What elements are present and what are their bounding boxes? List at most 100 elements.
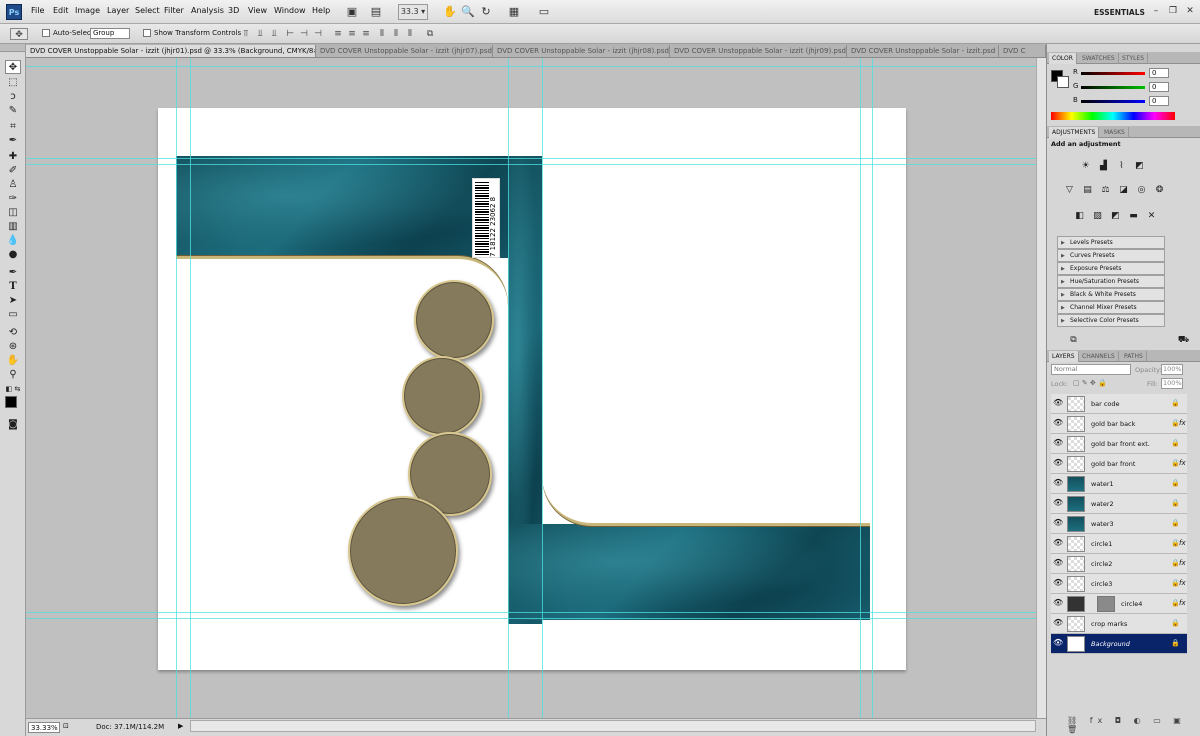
- visibility-eye-icon[interactable]: 👁: [1053, 578, 1063, 588]
- blue-channel-value[interactable]: 0: [1149, 96, 1169, 106]
- crop-tool-icon[interactable]: ⌗: [5, 120, 21, 134]
- layers-footer-icons[interactable]: ⛓ fx ◘ ◐ ▭ ▣ 🗑: [1067, 716, 1200, 734]
- canvas-area[interactable]: 7 18122 23062 8: [26, 58, 1036, 718]
- clone-stamp-tool-icon[interactable]: ♙: [5, 178, 21, 192]
- visibility-eye-icon[interactable]: 👁: [1053, 478, 1063, 488]
- preset-hue-saturation[interactable]: Hue/Saturation Presets: [1057, 275, 1165, 288]
- preset-levels[interactable]: Levels Presets: [1057, 236, 1165, 249]
- photoshop-logo-icon[interactable]: Ps: [6, 4, 22, 20]
- distribute-right-icon[interactable]: ⦀: [404, 28, 416, 40]
- menu-image[interactable]: Image: [75, 6, 100, 15]
- preset-black-white[interactable]: Black & White Presets: [1057, 288, 1165, 301]
- background-color-swatch[interactable]: [1057, 76, 1069, 88]
- layer-name[interactable]: bar code: [1091, 400, 1120, 408]
- distribute-vcenter-icon[interactable]: ≡: [346, 28, 358, 40]
- tab-document-5[interactable]: DVD COVER Unstoppable Solar - izzit.psd×: [847, 45, 999, 57]
- layer-effects-icon[interactable]: fx: [1179, 599, 1186, 607]
- zoom-preview-icon[interactable]: ⊡: [63, 722, 69, 730]
- tab-document-4[interactable]: DVD COVER Unstoppable Solar - izzit (jhj…: [670, 45, 847, 57]
- red-slider-track[interactable]: [1081, 72, 1145, 75]
- brightness-contrast-icon[interactable]: ☀: [1079, 160, 1092, 173]
- distribute-top-icon[interactable]: ≡: [332, 28, 344, 40]
- visibility-eye-icon[interactable]: 👁: [1053, 558, 1063, 568]
- guide-horizontal[interactable]: [26, 618, 1036, 619]
- layer-name[interactable]: water1: [1091, 480, 1114, 488]
- path-selection-tool-icon[interactable]: ➤: [5, 294, 21, 308]
- align-right-icon[interactable]: ⊣: [312, 28, 324, 40]
- blue-channel-slider[interactable]: B 0: [1073, 96, 1193, 108]
- menu-help[interactable]: Help: [312, 6, 330, 15]
- guide-horizontal[interactable]: [26, 612, 1036, 613]
- move-tool-preset-icon[interactable]: ✥: [10, 28, 28, 40]
- tab-adjustments[interactable]: ADJUSTMENTS: [1049, 127, 1100, 138]
- workspace-switcher[interactable]: ESSENTIALS: [1094, 8, 1145, 17]
- layer-name[interactable]: crop marks: [1091, 620, 1127, 628]
- tab-swatches[interactable]: SWATCHES: [1079, 53, 1119, 64]
- distribute-hcenter-icon[interactable]: ⦀: [390, 28, 402, 40]
- brush-tool-icon[interactable]: ✐: [5, 164, 21, 178]
- visibility-eye-icon[interactable]: 👁: [1053, 418, 1063, 428]
- auto-select-dropdown[interactable]: Group: [90, 28, 130, 39]
- marquee-tool-icon[interactable]: ⬚: [5, 76, 21, 90]
- guide-horizontal[interactable]: [26, 66, 1036, 67]
- pen-tool-icon[interactable]: ✒: [5, 266, 21, 280]
- layer-name[interactable]: Background: [1091, 640, 1130, 648]
- layer-row[interactable]: 👁 water3 🔒: [1051, 514, 1187, 534]
- zoom-field[interactable]: 33.33%: [28, 722, 60, 733]
- auto-select-checkbox[interactable]: Auto-Select:: [42, 29, 96, 37]
- 3d-rotate-tool-icon[interactable]: ⟲: [5, 326, 21, 340]
- menu-window[interactable]: Window: [274, 6, 306, 15]
- tab-color[interactable]: COLOR: [1049, 53, 1077, 64]
- opacity-field[interactable]: 100%: [1161, 364, 1183, 375]
- restore-icon[interactable]: ❐: [1167, 5, 1179, 17]
- adjustments-menu-icon[interactable]: ⛟: [1177, 334, 1190, 347]
- visibility-eye-icon[interactable]: 👁: [1053, 518, 1063, 528]
- layer-row[interactable]: 👁 circle3 🔒 fx: [1051, 574, 1187, 594]
- green-slider-track[interactable]: [1081, 86, 1145, 89]
- tab-document-3[interactable]: DVD COVER Unstoppable Solar - izzit (jhj…: [493, 45, 670, 57]
- history-brush-tool-icon[interactable]: ✑: [5, 192, 21, 206]
- layer-row[interactable]: 👁 circle1 🔒 fx: [1051, 534, 1187, 554]
- tab-document-6[interactable]: DVD C: [999, 45, 1046, 57]
- launch-bridge-icon[interactable]: ▣: [344, 4, 360, 20]
- guide-vertical[interactable]: [542, 58, 543, 718]
- layer-effects-icon[interactable]: fx: [1179, 459, 1186, 467]
- red-channel-value[interactable]: 0: [1149, 68, 1169, 78]
- menu-3d[interactable]: 3D: [228, 6, 239, 15]
- type-tool-icon[interactable]: T: [5, 280, 21, 294]
- guide-vertical[interactable]: [872, 58, 873, 718]
- channel-mixer-icon[interactable]: ❂: [1153, 184, 1166, 197]
- visibility-eye-icon[interactable]: 👁: [1053, 598, 1063, 608]
- layer-row[interactable]: 👁 crop marks 🔒: [1051, 614, 1187, 634]
- layer-name[interactable]: circle1: [1091, 540, 1112, 548]
- posterize-icon[interactable]: ▨: [1091, 210, 1104, 223]
- levels-icon[interactable]: ▟: [1097, 160, 1110, 173]
- menu-view[interactable]: View: [248, 6, 267, 15]
- layer-row[interactable]: 👁 circle2 🔒 fx: [1051, 554, 1187, 574]
- color-ramp[interactable]: [1051, 112, 1175, 120]
- preset-curves[interactable]: Curves Presets: [1057, 249, 1165, 262]
- layer-name[interactable]: circle4: [1121, 600, 1142, 608]
- layer-name[interactable]: gold bar front ext.: [1091, 440, 1150, 448]
- layer-row[interactable]: 👁 water1 🔒: [1051, 474, 1187, 494]
- clip-to-layer-icon[interactable]: ⧉: [1067, 334, 1080, 347]
- gradient-map-icon[interactable]: ▬: [1127, 210, 1140, 223]
- quick-selection-tool-icon[interactable]: ✎: [5, 104, 21, 118]
- black-white-icon[interactable]: ◪: [1117, 184, 1130, 197]
- layer-row[interactable]: 👁 gold bar front 🔒 fx: [1051, 454, 1187, 474]
- healing-brush-tool-icon[interactable]: ✚: [5, 150, 21, 164]
- exposure-icon[interactable]: ◩: [1133, 160, 1146, 173]
- menu-edit[interactable]: Edit: [53, 6, 69, 15]
- eyedropper-tool-icon[interactable]: ✒: [5, 134, 21, 148]
- tab-styles[interactable]: STYLES: [1119, 53, 1149, 64]
- blue-slider-track[interactable]: [1081, 100, 1145, 103]
- color-balance-icon[interactable]: ⚖: [1099, 184, 1112, 197]
- threshold-icon[interactable]: ◩: [1109, 210, 1122, 223]
- visibility-eye-icon[interactable]: 👁: [1053, 538, 1063, 548]
- 3d-orbit-tool-icon[interactable]: ⊛: [5, 340, 21, 354]
- eraser-tool-icon[interactable]: ◫: [5, 206, 21, 220]
- layer-mask-thumbnail[interactable]: [1097, 596, 1115, 612]
- layer-name[interactable]: gold bar back: [1091, 420, 1135, 428]
- zoom-level-select[interactable]: 33.3 ▾: [398, 4, 428, 20]
- layer-name[interactable]: circle3: [1091, 580, 1112, 588]
